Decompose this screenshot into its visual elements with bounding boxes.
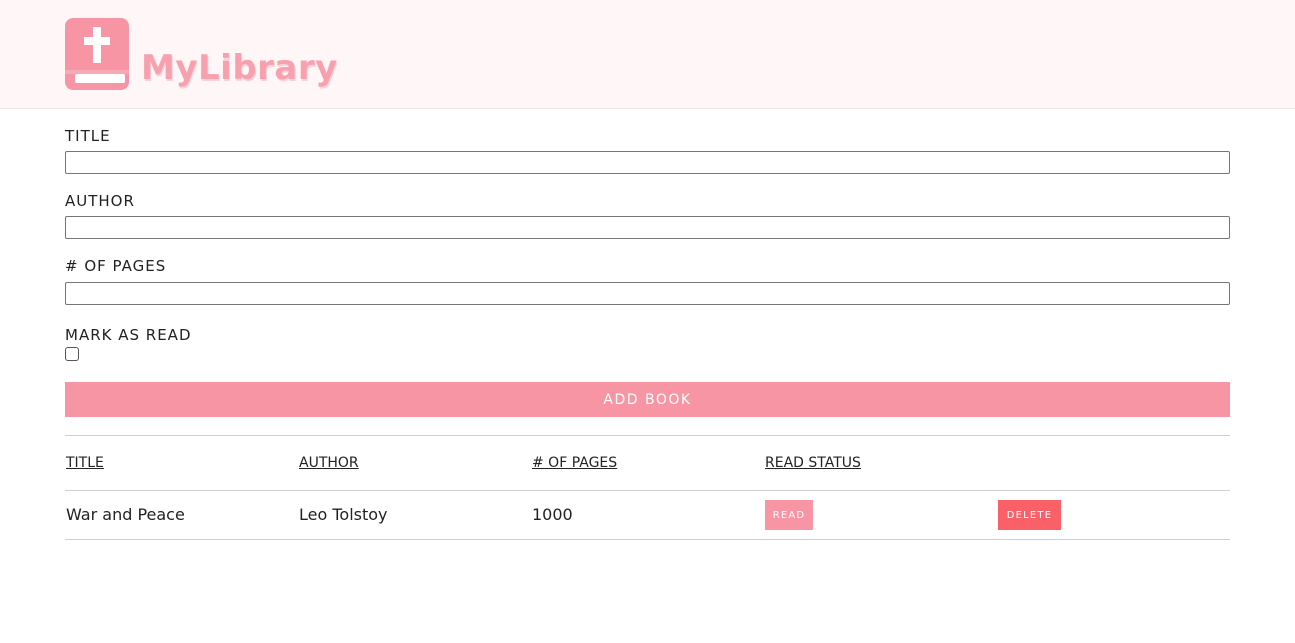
mark-read-label: MARK AS READ xyxy=(65,326,192,344)
app-header: MyLibrary xyxy=(0,0,1295,109)
table-bottom-divider xyxy=(65,539,1230,540)
column-header-pages[interactable]: # OF PAGES xyxy=(532,455,617,471)
mark-read-checkbox[interactable] xyxy=(65,347,79,361)
column-header-title[interactable]: TITLE xyxy=(66,455,104,471)
book-author-cell: Leo Tolstoy xyxy=(299,505,388,524)
delete-button[interactable]: DELETE xyxy=(998,500,1061,530)
book-title-cell: War and Peace xyxy=(66,505,185,524)
book-pages-cell: 1000 xyxy=(532,505,573,524)
pages-label: # OF PAGES xyxy=(65,257,167,275)
title-label: TITLE xyxy=(65,127,111,145)
read-status-button[interactable]: READ xyxy=(765,500,813,530)
author-input[interactable] xyxy=(65,216,1230,239)
bible-book-icon xyxy=(65,18,129,90)
table-top-divider xyxy=(65,435,1230,436)
app-title: MyLibrary xyxy=(141,48,338,88)
add-book-button[interactable]: ADD BOOK xyxy=(65,382,1230,417)
column-header-read-status[interactable]: READ STATUS xyxy=(765,455,861,471)
author-label: AUTHOR xyxy=(65,192,135,210)
table-header-divider xyxy=(65,490,1230,491)
pages-input[interactable] xyxy=(65,282,1230,305)
column-header-author[interactable]: AUTHOR xyxy=(299,455,359,471)
title-input[interactable] xyxy=(65,151,1230,174)
